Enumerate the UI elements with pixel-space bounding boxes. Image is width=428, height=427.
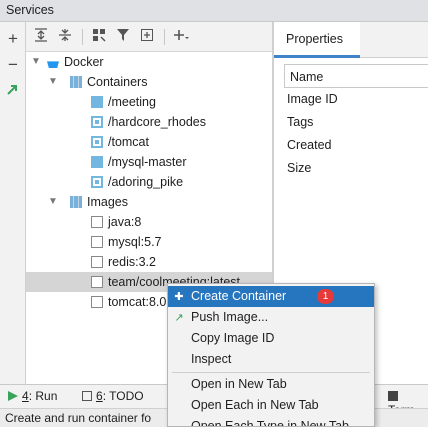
window-title: Services: [6, 3, 54, 17]
image-icon: [91, 256, 103, 268]
add-service-icon[interactable]: [172, 28, 190, 46]
add-icon[interactable]: +: [4, 30, 22, 48]
todo-icon: [82, 391, 92, 401]
container-stopped-icon: [91, 136, 103, 148]
menu-item-inspect[interactable]: Inspect: [168, 349, 374, 370]
step-badge: 1: [317, 289, 334, 304]
push-image-icon: ↗: [174, 312, 184, 324]
collapse-all-icon[interactable]: [56, 28, 74, 46]
image-label: tomcat:8.0: [108, 295, 167, 309]
container-item[interactable]: /hardcore_rhodes: [26, 112, 272, 132]
image-item[interactable]: mysql:5.7: [26, 232, 272, 252]
chevron-down-icon[interactable]: ▼: [30, 52, 42, 72]
tree-toolbar: [26, 22, 272, 52]
tab-todo[interactable]: 6: TODO: [82, 389, 144, 403]
status-text: Create and run container fo: [5, 411, 152, 425]
menu-item-open-each-in-new-tab[interactable]: Open Each in New Tab: [168, 395, 374, 416]
new-window-icon[interactable]: [138, 28, 156, 46]
container-running-icon: [91, 96, 103, 108]
image-icon: [91, 296, 103, 308]
filter-icon[interactable]: [114, 28, 132, 46]
property-row[interactable]: Image ID: [284, 88, 428, 111]
image-icon: [91, 216, 103, 228]
containers-group-icon: [70, 76, 82, 88]
image-label: java:8: [108, 215, 142, 229]
tree-node-label: Images: [87, 195, 128, 209]
chevron-down-icon[interactable]: ▼: [47, 72, 59, 92]
properties-table: Name Image ID Tags Created Size: [284, 64, 428, 180]
images-group-icon: [70, 196, 82, 208]
menu-item-open-in-new-tab[interactable]: Open in New Tab: [168, 374, 374, 395]
left-toolbar: + −: [0, 22, 26, 384]
image-icon: [91, 276, 103, 288]
image-item[interactable]: java:8: [26, 212, 272, 232]
container-stopped-icon: [91, 116, 103, 128]
properties-header-name[interactable]: Name: [284, 64, 428, 88]
remove-icon[interactable]: −: [4, 56, 22, 74]
menu-item-open-each-type-in-new-tab[interactable]: Open Each Type in New Tab: [168, 416, 374, 426]
group-by-icon[interactable]: [90, 28, 108, 46]
run-icon: [8, 391, 18, 401]
tree-node-images[interactable]: ▼ Images: [26, 192, 272, 212]
image-icon: [91, 236, 103, 248]
menu-item-push-image[interactable]: ↗ Push Image...: [168, 307, 374, 328]
tab-properties[interactable]: Properties: [274, 22, 360, 58]
container-running-icon: [91, 156, 103, 168]
image-label: mysql:5.7: [108, 235, 162, 249]
property-row[interactable]: Created: [284, 134, 428, 157]
terminal-icon: [388, 391, 398, 401]
tool-window-title: Services: [0, 0, 428, 22]
tab-run[interactable]: 4: Run: [8, 389, 57, 403]
container-label: /tomcat: [108, 135, 149, 149]
container-item[interactable]: /tomcat: [26, 132, 272, 152]
chevron-down-icon[interactable]: ▼: [47, 192, 59, 212]
create-container-icon: ✚: [174, 291, 184, 303]
container-label: /adoring_pike: [108, 175, 184, 189]
container-item[interactable]: /mysql-master: [26, 152, 272, 172]
menu-item-create-container[interactable]: ✚ Create Container 1: [168, 286, 374, 307]
container-label: /mysql-master: [108, 155, 187, 169]
container-item[interactable]: /meeting: [26, 92, 272, 112]
menu-separator: [172, 372, 370, 373]
expand-all-icon[interactable]: [32, 28, 50, 46]
menu-item-copy-image-id[interactable]: Copy Image ID: [168, 328, 374, 349]
navigate-icon[interactable]: [4, 82, 22, 100]
context-menu: ✚ Create Container 1 ↗ Push Image... Cop…: [167, 283, 375, 427]
properties-tabbar: Properties: [274, 22, 428, 58]
container-label: /hardcore_rhodes: [108, 115, 206, 129]
docker-icon: [47, 61, 59, 68]
container-label: /meeting: [108, 95, 156, 109]
image-item[interactable]: redis:3.2: [26, 252, 272, 272]
tree-node-containers[interactable]: ▼ Containers: [26, 72, 272, 92]
property-row[interactable]: Size: [284, 157, 428, 180]
tree-node-docker[interactable]: ▼ Docker: [26, 52, 272, 72]
image-label: redis:3.2: [108, 255, 156, 269]
tree-node-label: Containers: [87, 75, 148, 89]
property-row[interactable]: Tags: [284, 111, 428, 134]
tree-node-label: Docker: [64, 55, 104, 69]
container-item[interactable]: /adoring_pike: [26, 172, 272, 192]
container-stopped-icon: [91, 176, 103, 188]
